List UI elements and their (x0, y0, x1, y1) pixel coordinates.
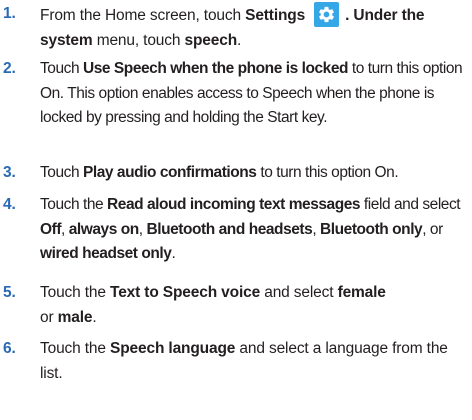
step-4: 4. Touch the Read aloud incoming text me… (0, 193, 472, 268)
system-label: system (40, 31, 93, 49)
step-number: 2. (3, 60, 16, 77)
speech-label: speech (184, 31, 238, 49)
step-2: 2. Touch Use Speech when the phone is lo… (0, 57, 472, 157)
option-bluetooth-headsets: Bluetooth and headsets (146, 220, 313, 238)
option-bluetooth-only: Bluetooth only (320, 220, 423, 238)
option-always-on: always on (68, 220, 139, 238)
option-male: male (57, 308, 93, 326)
settings-label: Settings (245, 7, 306, 24)
step-text: Touch Use Speech when the phone is locke… (40, 60, 463, 127)
option-wired-headset-only: wired headset only (40, 245, 172, 263)
speech-language-label: Speech language (110, 340, 236, 357)
step-5: 5. Touch the Text to Speech voice and se… (0, 281, 472, 331)
step-number: 4. (3, 196, 16, 213)
tts-voice-label: Text to Speech voice (110, 284, 261, 301)
step-text: Touch Play audio confirmations to turn t… (40, 164, 399, 181)
step-text: Touch the Read aloud incoming text messa… (40, 196, 461, 263)
step-text: Touch the Text to Speech voice and selec… (40, 284, 386, 326)
read-aloud-label: Read aloud incoming text messages (107, 196, 361, 213)
step-number: 3. (3, 164, 16, 181)
step-number: 6. (3, 340, 16, 357)
use-speech-locked-label: Use Speech when the phone is locked (82, 60, 349, 77)
step-6: 6. Touch the Speech language and select … (0, 337, 472, 387)
step-number: 1. (3, 5, 16, 22)
step-text: From the Home screen, touch Settings. Un… (40, 2, 468, 53)
option-female: female (337, 284, 386, 301)
play-audio-confirmations-label: Play audio confirmations (82, 164, 257, 181)
step-3: 3. Touch Play audio confirmations to tur… (0, 161, 472, 186)
step-text: Touch the Speech language and select a l… (40, 340, 448, 382)
option-off: Off (40, 220, 62, 238)
step-number: 5. (3, 284, 16, 301)
step-1: 1. From the Home screen, touch Settings.… (0, 2, 472, 52)
instruction-steps: 1. From the Home screen, touch Settings.… (0, 0, 472, 420)
settings-gear-icon (314, 2, 340, 27)
